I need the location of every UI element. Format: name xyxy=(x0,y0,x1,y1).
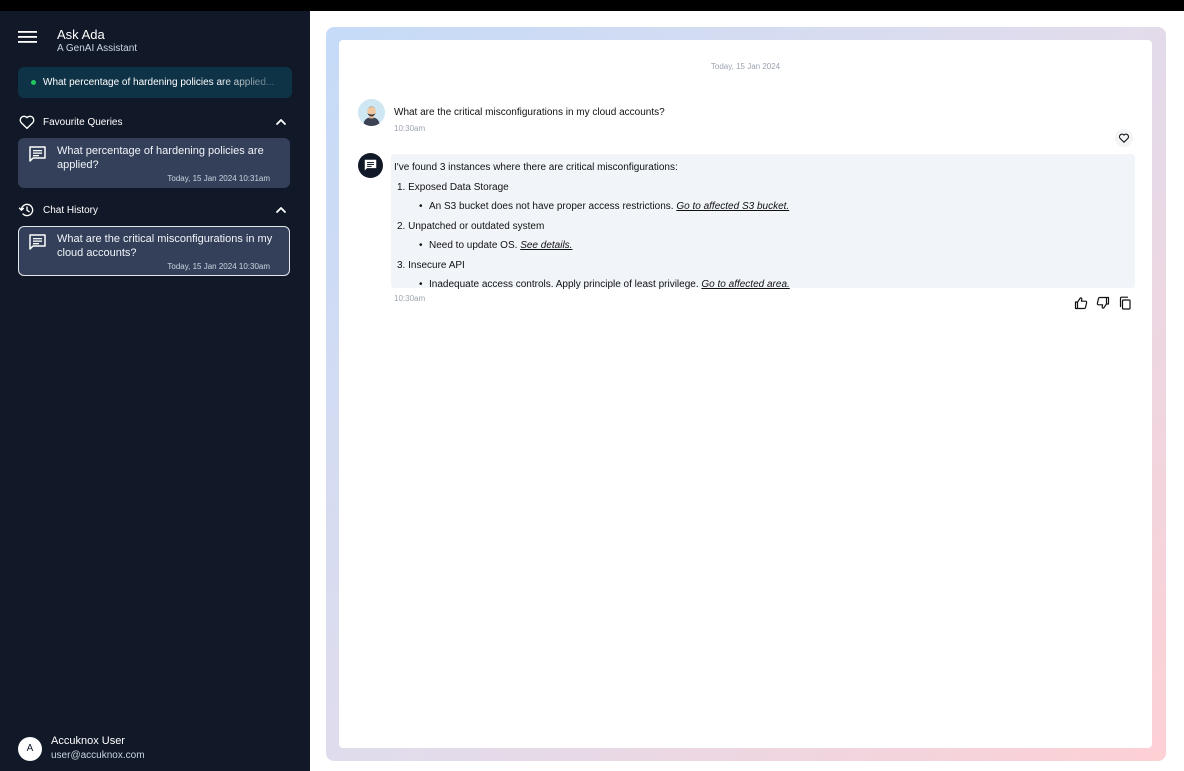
user-profile[interactable]: A Accuknox User user@accuknox.com xyxy=(18,735,145,762)
issue-number: 3. xyxy=(397,260,406,271)
user-message-text: What are the critical misconfigurations … xyxy=(394,107,665,118)
issue-detail: • Inadequate access controls. Apply prin… xyxy=(419,279,790,290)
user-avatar xyxy=(358,99,385,126)
go-to-affected-s3-bucket-link[interactable]: Go to affected S3 bucket. xyxy=(676,201,789,212)
chat-history-card[interactable]: What are the critical misconfigurations … xyxy=(18,226,290,276)
sidebar: Ask Ada A GenAI Assistant What percentag… xyxy=(0,11,310,771)
user-email: user@accuknox.com xyxy=(51,750,145,761)
thumbs-down-icon[interactable] xyxy=(1096,296,1110,310)
chat-frame: Today, 15 Jan 2024 What are the critical… xyxy=(326,27,1166,761)
status-dot-icon xyxy=(31,80,36,85)
issue-title: Insecure API xyxy=(408,260,465,271)
issue-number: 2. xyxy=(397,221,406,232)
chat-message-icon xyxy=(29,234,46,250)
user-message-time: 10:30am xyxy=(394,124,426,133)
brand-header: Ask Ada A GenAI Assistant xyxy=(18,27,137,55)
go-to-affected-area-link[interactable]: Go to affected area. xyxy=(701,279,789,290)
issue-item: 1. Exposed Data Storage xyxy=(397,181,1135,194)
issue-detail-text: An S3 bucket does not have proper access… xyxy=(429,201,674,212)
favourite-query-time: Today, 15 Jan 2024 10:31am xyxy=(167,174,270,183)
hamburger-menu-icon[interactable] xyxy=(18,29,37,45)
issue-item: 3. Insecure API xyxy=(397,259,1135,272)
message-actions xyxy=(1074,296,1140,310)
thumbs-up-icon[interactable] xyxy=(1074,296,1088,310)
assistant-message-time: 10:30am xyxy=(394,294,426,303)
favourite-button[interactable] xyxy=(1115,129,1133,147)
heart-outline-icon xyxy=(1118,133,1130,143)
active-query-chip[interactable]: What percentage of hardening policies ar… xyxy=(18,67,292,98)
chevron-up-icon[interactable] xyxy=(274,115,288,129)
issue-item: 2. Unpatched or outdated system xyxy=(397,220,1135,233)
favourite-query-title: What percentage of hardening policies ar… xyxy=(57,145,264,171)
chat-history-title: What are the critical misconfigurations … xyxy=(57,233,273,259)
favourite-queries-header[interactable]: Favourite Queries xyxy=(18,113,292,131)
date-separator: Today, 15 Jan 2024 xyxy=(710,62,781,71)
chevron-up-icon[interactable] xyxy=(274,203,288,217)
issue-detail: • Need to update OS. See details. xyxy=(419,240,573,251)
app-subtitle: A GenAI Assistant xyxy=(57,43,138,54)
chat-history-time: Today, 15 Jan 2024 10:30am xyxy=(167,262,270,271)
user-name: Accuknox User xyxy=(51,735,125,747)
copy-icon[interactable] xyxy=(1118,296,1132,310)
active-query-text: What percentage of hardening policies ar… xyxy=(43,77,275,88)
chat-message-icon xyxy=(364,159,377,171)
issue-detail: • An S3 bucket does not have proper acce… xyxy=(419,201,790,212)
issue-detail-text: Inadequate access controls. Apply princi… xyxy=(429,279,699,290)
avatar: A xyxy=(18,736,42,761)
chat-history-header[interactable]: Chat History xyxy=(18,201,292,219)
chat-message-icon xyxy=(29,146,46,162)
heart-icon xyxy=(19,115,35,130)
app-title: Ask Ada xyxy=(57,27,105,42)
assistant-intro: I've found 3 instances where there are c… xyxy=(394,162,678,173)
main-content: Today, 15 Jan 2024 What are the critical… xyxy=(310,11,1184,771)
favourite-queries-label: Favourite Queries xyxy=(43,116,123,128)
see-details-link[interactable]: See details. xyxy=(520,240,572,251)
issue-detail-text: Need to update OS. xyxy=(429,240,518,251)
chat-panel: Today, 15 Jan 2024 What are the critical… xyxy=(339,40,1152,748)
favourite-query-card[interactable]: What percentage of hardening policies ar… xyxy=(18,138,290,188)
user-avatar-icon xyxy=(358,99,385,126)
issue-title: Unpatched or outdated system xyxy=(408,221,545,232)
assistant-message: I've found 3 instances where there are c… xyxy=(391,154,1135,290)
assistant-avatar xyxy=(358,153,383,178)
history-clock-icon xyxy=(18,203,34,217)
issue-number: 1. xyxy=(397,182,406,193)
chat-history-label: Chat History xyxy=(43,204,99,216)
app-window: Ask Ada A GenAI Assistant What percentag… xyxy=(0,11,1184,771)
issue-title: Exposed Data Storage xyxy=(408,182,509,193)
